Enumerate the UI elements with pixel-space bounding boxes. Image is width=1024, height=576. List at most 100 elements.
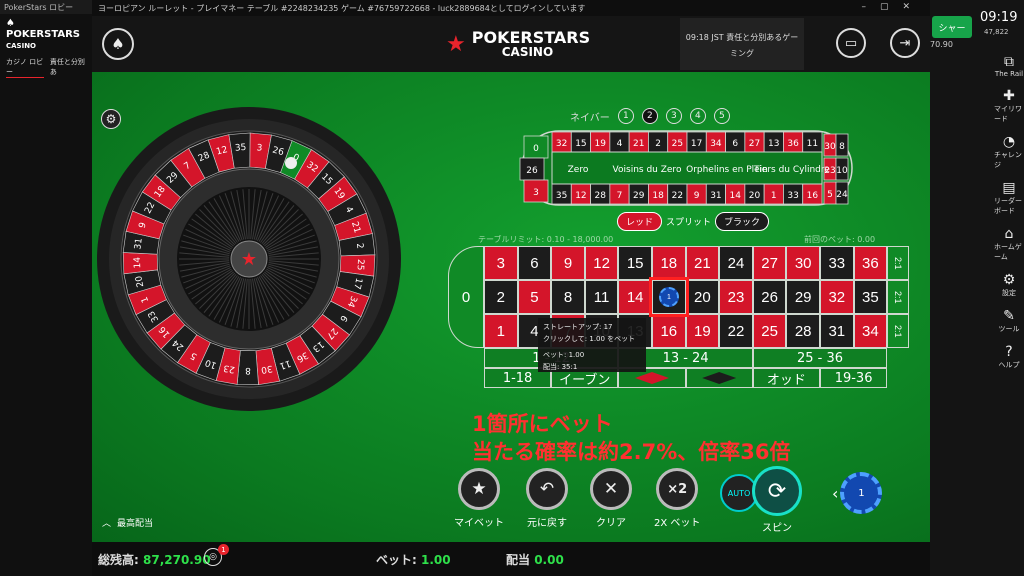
chip-1[interactable]: 1 [840,472,883,514]
number-cell-24[interactable]: 24 [719,246,753,280]
wheel-number-14: 14 [133,257,143,269]
number-cell-20[interactable]: 20 [685,280,720,314]
racetrack-label-13: 13 [768,139,779,149]
number-cell-15[interactable]: 15 [618,246,652,280]
chevron-up-icon: ︿ [102,519,112,529]
neighbor-option-1[interactable]: 1 [617,108,634,124]
racetrack-label-27: 27 [749,139,760,149]
racetrack-label-32: 32 [556,139,567,149]
racetrack[interactable]: 32 15 19 4 21 2 25 17 34 6 27 13 36 1135 12 28 7 29 18 22 9 3… [502,128,872,208]
annotation-text: 1箇所にベット 当たる確率は約2.7%、倍率36倍 [472,412,791,464]
column-bet-3[interactable]: 2:1 [887,314,910,348]
help-icon: ? [1005,344,1013,360]
number-cell-12[interactable]: 12 [584,246,619,280]
side-challenge[interactable]: ◔ チャレンジ [994,134,1024,170]
racetrack-label-8: 8 [839,142,845,152]
number-cell-34[interactable]: 34 [853,314,888,348]
black-bet-button[interactable]: ブラック [715,212,770,231]
number-cell-6[interactable]: 6 [517,246,552,280]
number-cell-23[interactable]: 23 [719,280,753,314]
number-cell-21[interactable]: 21 [685,246,720,280]
section-tiers[interactable]: Tiers du Cylindre [753,165,830,175]
outside-bet-4[interactable]: オッド [752,368,820,388]
number-cell-9[interactable]: 9 [551,246,585,280]
spin-button[interactable]: ⟳ スピン [752,466,802,534]
chevron-left-icon[interactable]: ‹ [832,484,838,503]
window-controls[interactable]: –▢✕ [861,2,924,12]
column-bet-1[interactable]: 2:1 [887,246,910,280]
lobby-tab-responsible[interactable]: 責任と分別あ [50,57,86,78]
side-home[interactable]: ⌂ ホームゲーム [994,226,1024,262]
side-help[interactable]: ? ヘルプ [994,344,1024,370]
placed-chip[interactable]: 1 [659,287,679,307]
side-rail[interactable]: ⧉ The Rail [994,54,1024,78]
side-settings[interactable]: ⚙ 設定 [994,272,1024,298]
racetrack-label-1: 1 [771,191,777,201]
neighbor-option-5[interactable]: 5 [713,108,730,124]
number-cell-18[interactable]: 18 [652,246,686,280]
section-zero[interactable]: Zero [568,165,589,175]
number-cell-8[interactable]: 8 [551,280,585,314]
racetrack-label-5: 5 [827,190,833,200]
spade-menu-icon[interactable]: ♠ [102,28,134,60]
number-cell-25[interactable]: 25 [752,314,787,348]
game-header: ♠ ★ POKERSTARS CASINO 09:18 JST 責任と分別あるゲ… [92,16,930,72]
column-bet-2[interactable]: 2:1 [887,280,910,314]
number-cell-30[interactable]: 30 [786,246,820,280]
number-cell-33[interactable]: 33 [820,246,854,280]
side-reward[interactable]: ✚ マイリワード [994,88,1024,124]
lobby-right-panel: シャー 09:19 70.90 47,822 ⧉ The Rail ✚ マイリワード… [930,0,1024,576]
number-cell-27[interactable]: 27 [752,246,787,280]
racetrack-label-4: 4 [617,139,623,149]
black-diamond-bet[interactable] [685,368,753,388]
my-bet-button[interactable]: ★ マイベット [454,468,504,529]
max-payout-toggle[interactable]: ︿ 最高配当 [102,516,153,529]
number-cell-28[interactable]: 28 [786,314,820,348]
undo-button[interactable]: ↶ 元に戻す [526,468,568,529]
dozen-bet-3[interactable]: 25 - 36 [752,348,888,368]
number-cell-1[interactable]: 1 [484,314,518,348]
exit-icon[interactable]: ⇥ [890,28,920,58]
payout-amount: 配当 0.00 [506,553,564,567]
red-bet-button[interactable]: レッド [617,212,663,231]
section-voisins[interactable]: Voisins du Zero [613,165,682,175]
side-leaderboard[interactable]: ▤ リーダーボード [994,180,1024,216]
number-cell-35[interactable]: 35 [853,280,888,314]
neighbor-option-2[interactable]: 2 [641,108,658,124]
number-cell-22[interactable]: 22 [719,314,753,348]
number-cell-5[interactable]: 5 [517,280,552,314]
betting-grid: 0 3 6 9 12 15 18 21 24 27 30 33 36 2:1 2 5 8 11 14 1 20 23 26 2… [448,246,918,406]
number-cell-26[interactable]: 26 [752,280,787,314]
outside-bet-5[interactable]: 19-36 [820,368,888,388]
number-cell-11[interactable]: 11 [584,280,619,314]
split-label[interactable]: スプリット [666,215,711,228]
wheel-star-icon: ★ [241,249,257,270]
neighbor-option-3[interactable]: 3 [665,108,682,124]
racetrack-label-19: 19 [594,139,606,149]
clear-button[interactable]: ✕ クリア [590,468,632,529]
number-cell-2[interactable]: 2 [484,280,518,314]
game-window-titlebar: ヨーロピアン ルーレット - プレイマネー テーブル #2248234235 ゲ… [92,0,930,16]
number-cell-19[interactable]: 19 [685,314,720,348]
number-cell-36[interactable]: 36 [853,246,888,280]
double-bet-button[interactable]: ×2 2X ベット [654,468,700,529]
cashier-money-icon[interactable]: ▭ [836,28,866,58]
brand-sub: CASINO [501,45,554,59]
number-cell-29[interactable]: 29 [786,280,820,314]
number-cell-3[interactable]: 3 [484,246,518,280]
number-cell-0[interactable]: 0 [448,246,484,348]
number-cell-32[interactable]: 32 [820,280,854,314]
side-tools[interactable]: ✎ ツール [994,308,1024,334]
number-cell-17[interactable]: 1 [649,277,689,317]
lobby-tab-casino[interactable]: カジノ ロビー [6,57,44,78]
chip-selector[interactable]: ‹ 1 [832,472,883,514]
wheel-number-2: 2 [354,243,365,250]
wheel-number-31: 31 [133,238,144,251]
brand-logo: ★ POKERSTARS CASINO [446,30,590,59]
number-cell-16[interactable]: 16 [652,314,686,348]
number-cell-31[interactable]: 31 [820,314,854,348]
number-cell-14[interactable]: 14 [618,280,652,314]
cashier-button[interactable]: シャー [932,16,972,38]
neighbor-option-4[interactable]: 4 [689,108,706,124]
racetrack-label-26: 26 [526,166,538,176]
